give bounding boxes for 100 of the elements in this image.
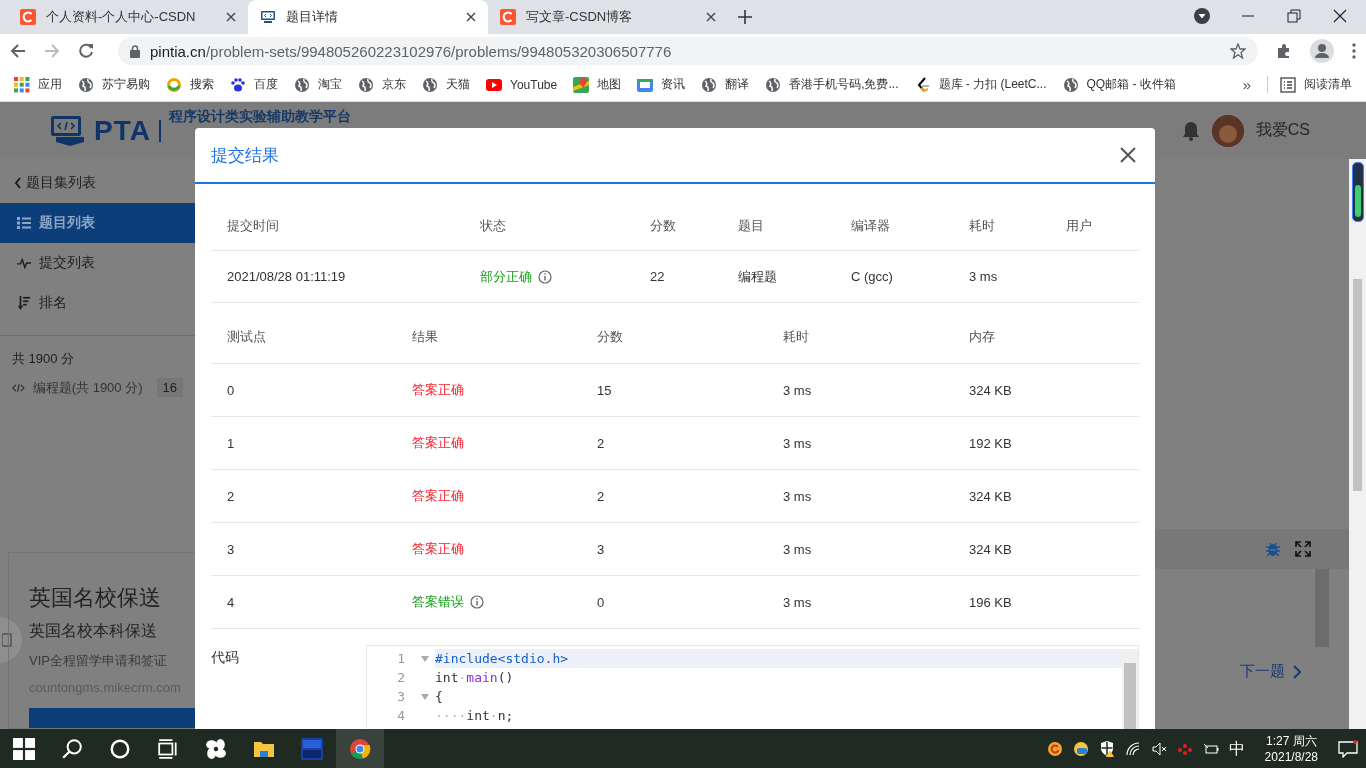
new-tab-icon[interactable] [738,10,752,24]
line-number: 2 [396,670,405,685]
table-cell: 3 ms [767,417,953,470]
table-cell: 324 KB [953,470,1139,523]
bookmark-link[interactable]: 香港手机号码,免费... [789,76,899,93]
close-icon[interactable] [1119,146,1137,164]
dots-app-icon[interactable] [1176,741,1193,757]
table-cell: 0 [581,576,767,629]
battery-plug-icon[interactable] [1202,741,1219,757]
column-header: 编译器 [835,201,953,251]
sidebar-item[interactable]: 题目集列表 [0,163,195,203]
sidebar-item[interactable]: 提交列表 [0,243,195,283]
puzzle-icon[interactable] [1276,43,1292,59]
letter-c-icon [500,9,516,25]
column-header: 耗时 [953,201,1050,251]
bookmark-link[interactable]: 翻译 [725,76,750,93]
table-cell: 1 [211,417,396,470]
bookmark-link[interactable]: 题库 - 力扣 (LeetC... [938,76,1047,93]
bookmark-link[interactable]: 应用 [38,76,62,93]
menu-icon[interactable] [1352,43,1356,59]
sidebar-item[interactable]: 排名 [0,283,195,323]
back-arrow-icon[interactable] [10,43,26,59]
monitor-code-icon [260,9,276,25]
input-method-button[interactable]: 中 [1228,738,1245,760]
bookmark-link[interactable]: QQ邮箱 - 收件箱 [1086,76,1176,93]
table-cell: 2 [581,470,767,523]
clock[interactable]: 1:27 周六 2021/8/28 [1264,733,1318,765]
close-icon[interactable] [466,12,476,22]
sidebar-item[interactable]: 题目列表 [0,203,195,243]
table-cell: 3 [211,523,396,576]
code-icon [12,381,25,394]
scrollbar-thumb[interactable] [1353,279,1362,491]
fullscreen-icon[interactable] [1295,541,1311,557]
profile-icon[interactable] [1310,39,1334,63]
column-header: 内存 [953,303,1139,364]
table-cell: 3 [581,523,767,576]
shield-warning-icon[interactable] [1098,741,1115,757]
browser-tab[interactable]: 题目详情 [248,0,488,34]
gamepad-app-icon[interactable] [1072,741,1089,757]
muted-speaker-icon[interactable] [1150,741,1167,757]
search-icon[interactable] [61,738,83,760]
bookmark-link[interactable]: 苏宁易购 [102,76,150,93]
wifi-icon[interactable] [1124,741,1141,757]
bookmark-link[interactable]: 京东 [382,76,406,93]
taskbar-button[interactable] [336,729,384,768]
info-icon[interactable] [470,595,484,609]
circle-icon[interactable] [109,738,131,760]
bookmark-link[interactable]: 搜索 [190,76,214,93]
globe-icon [78,76,94,93]
close-icon[interactable] [706,12,716,22]
windows-icon[interactable] [13,738,35,760]
close-icon[interactable] [1332,8,1348,24]
table-cell: 0 [211,364,396,417]
pinwheel-app-icon[interactable] [205,738,227,760]
reading-list-icon[interactable] [1280,76,1296,93]
list-icon [17,216,31,230]
globe-icon [358,76,374,93]
info-icon[interactable] [538,269,552,284]
browser-tab[interactable]: 个人资料-个人中心-CSDN [8,0,248,34]
bookmark-link[interactable]: 地图 [597,76,622,93]
bookmark-link[interactable]: 百度 [254,76,278,93]
result-text: 答案正确 [412,434,464,452]
browser-icon[interactable] [349,738,371,760]
restore-icon[interactable] [1286,8,1302,24]
more-bookmarks-button[interactable]: » [1242,76,1251,93]
avatar[interactable] [1211,114,1244,147]
letter-c-icon [20,9,36,25]
bell-icon[interactable] [1181,120,1200,141]
globe-icon [294,76,310,93]
star-icon[interactable] [1230,43,1246,59]
bookmark-link[interactable]: 天猫 [446,76,470,93]
table-cell: 3 ms [767,576,953,629]
close-icon[interactable] [226,12,236,22]
reload-icon[interactable] [78,43,94,59]
column-header: 分数 [581,303,767,364]
bookmark-link[interactable]: YouTube [510,77,558,92]
dropdown-icon[interactable] [1194,8,1210,24]
bookmark-link[interactable]: 淘宝 [318,76,342,93]
task-view-icon[interactable] [157,738,179,760]
code-line: int·main() [435,669,515,687]
bookmark-link[interactable]: 资讯 [661,76,686,93]
capsule-widget-icon[interactable] [1352,162,1364,222]
result-text: 答案正确 [412,381,464,399]
news-icon [637,76,654,93]
column-header: 结果 [396,303,581,364]
refresh-app-icon[interactable] [1046,741,1063,757]
ide-app-icon[interactable] [301,738,323,760]
chevron-left-icon [14,177,22,189]
ad-subtitle: 英国名校本科保送 [29,621,158,641]
ring-icon [166,76,182,93]
chevron-right-icon [1293,664,1301,679]
table-cell: 3 ms [767,523,953,576]
user-name[interactable]: 我爱CS [1255,120,1310,141]
result-text: 答案正确 [412,540,464,558]
reading-list-link[interactable]: 阅读清单 [1304,76,1352,93]
notification-icon[interactable] [1338,740,1358,758]
code-line: ····int·n; [435,707,515,725]
status-text: 部分正确 [480,267,532,286]
globe-icon [1062,76,1079,93]
browser-tab[interactable]: 写文章-CSDN博客 [488,0,728,34]
